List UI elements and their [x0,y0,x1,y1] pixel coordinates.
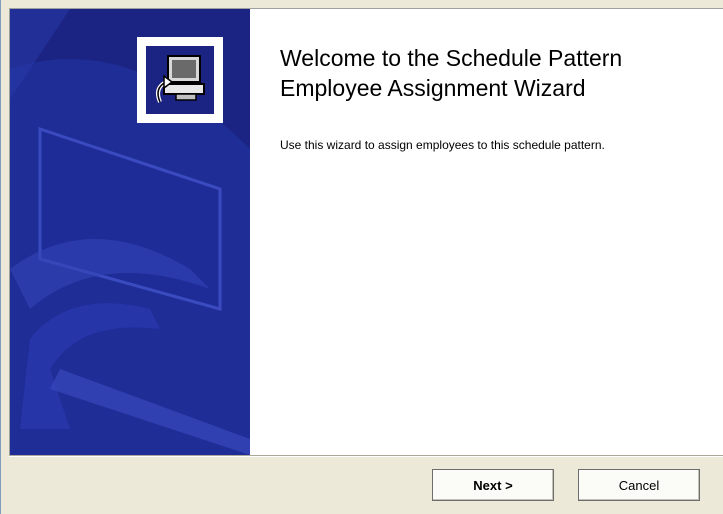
button-bar-separator [9,455,723,457]
wizard-logo-frame [137,37,223,123]
next-button[interactable]: Next > [432,469,554,501]
wizard-description: Use this wizard to assign employees to t… [280,138,605,152]
cancel-button[interactable]: Cancel [578,469,700,501]
computer-arrow-icon [146,46,214,114]
wizard-title: Welcome to the Schedule Pattern Employee… [280,45,623,101]
wizard-dialog: Welcome to the Schedule Pattern Employee… [0,0,723,514]
wizard-content-panel: Welcome to the Schedule Pattern Employee… [9,8,723,455]
wizard-sidebar-banner [10,9,250,455]
